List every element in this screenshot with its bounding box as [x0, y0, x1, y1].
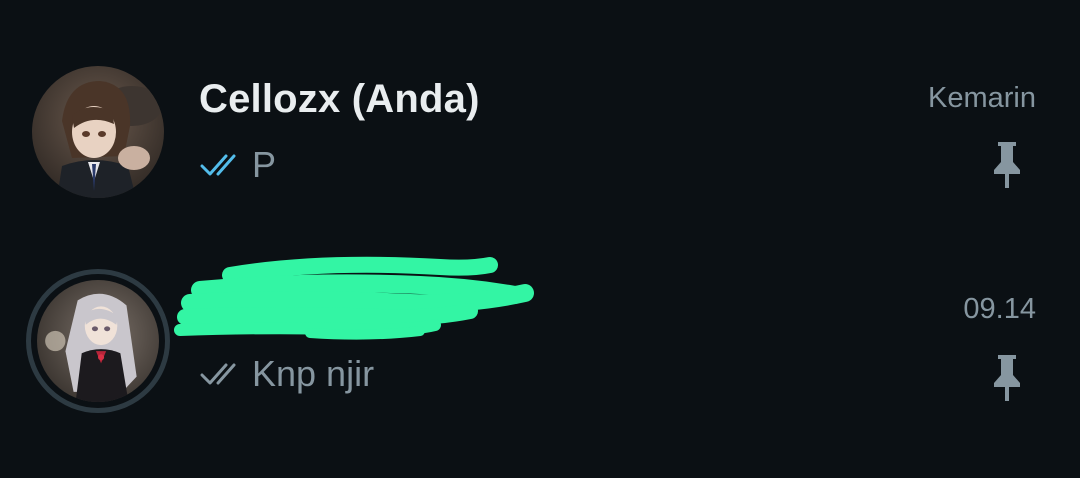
avatar-image: [37, 280, 159, 402]
chat-row-redacted[interactable]: 09.14 Knp njir: [0, 235, 1080, 435]
message-preview-text: Knp njir: [252, 353, 375, 394]
avatar[interactable]: [26, 269, 170, 413]
avatar[interactable]: [32, 66, 164, 198]
message-preview: Knp njir: [200, 353, 374, 395]
chat-name: Cellozx (Anda): [199, 77, 480, 121]
double-check-icon: [200, 363, 236, 385]
message-preview-text: P: [252, 144, 277, 185]
chat-list: Cellozx (Anda) Kemarin P 09.14 Knp njir: [0, 0, 1080, 478]
message-preview: P: [200, 144, 276, 186]
double-check-icon: [200, 154, 236, 176]
redacted-name-scribble: [174, 256, 534, 340]
chat-timestamp: 09.14: [963, 293, 1036, 325]
chat-timestamp: Kemarin: [928, 82, 1036, 114]
pin-icon: [994, 142, 1020, 188]
avatar-image: [32, 66, 164, 198]
chat-row-cellozx[interactable]: Cellozx (Anda) Kemarin P: [0, 32, 1080, 232]
pin-icon: [994, 355, 1020, 401]
